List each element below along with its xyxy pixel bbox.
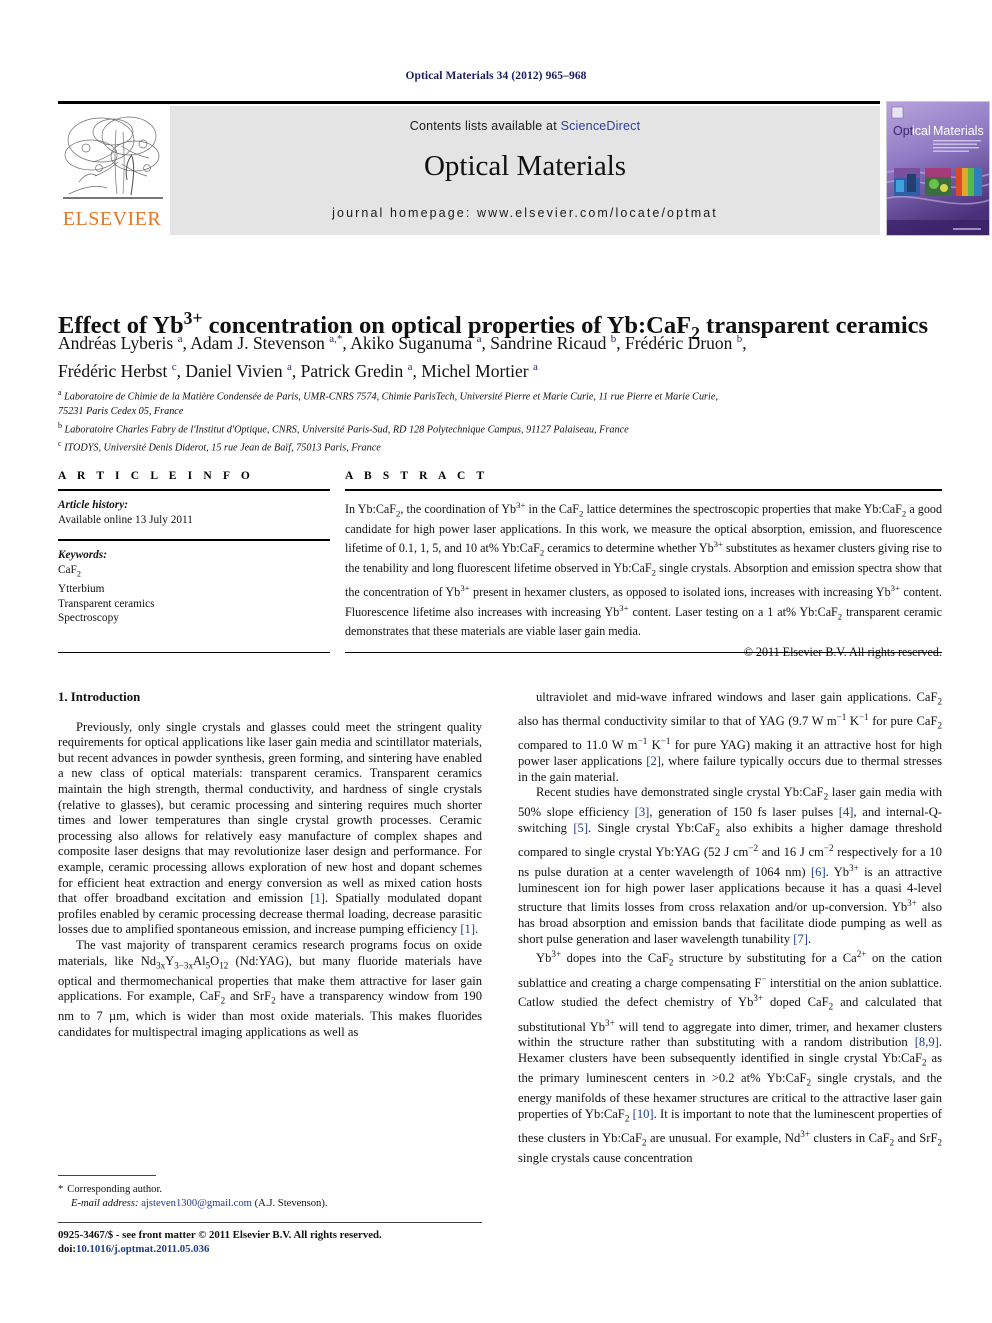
running-head: Optical Materials 34 (2012) 965–968 (405, 70, 587, 82)
corresponding-author-footnote: * Corresponding author. E-mail address: a… (58, 1183, 482, 1211)
footer-rule (58, 1222, 482, 1223)
sciencedirect-link[interactable]: ScienceDirect (561, 119, 641, 133)
doi-link[interactable]: 10.1016/j.optmat.2011.05.036 (76, 1243, 209, 1255)
issn-copyright-line: 0925-3467/$ - see front matter © 2011 El… (58, 1229, 382, 1241)
section-heading-introduction: 1. Introduction (58, 690, 141, 704)
elsevier-tree-icon (61, 110, 165, 207)
doi-label: doi: (58, 1242, 76, 1255)
abstract-column: A B S T R A C T In Yb:CaF2, the coordina… (345, 470, 942, 660)
paragraph: ultraviolet and mid-wave infrared window… (518, 690, 942, 784)
elsevier-wordmark: ELSEVIER (62, 208, 162, 230)
masthead-top-rule (58, 101, 880, 104)
article-info-rule-mid (58, 538, 330, 541)
elsevier-logo: ELSEVIER (58, 106, 166, 236)
masthead-panel: Contents lists available at ScienceDirec… (170, 106, 880, 235)
corresponding-author-line: * Corresponding author. (58, 1183, 482, 1197)
article-info-heading: A R T I C L E I N F O (58, 470, 254, 482)
right-column-paragraphs: ultraviolet and mid-wave infrared window… (518, 690, 942, 1167)
author-list: Andréas Lyberis a, Adam J. Stevenson a,*… (58, 332, 747, 381)
body-column-right: ultraviolet and mid-wave infrared window… (518, 690, 942, 1167)
body-column-left: 1. Introduction Previously, only single … (58, 690, 482, 1041)
abstract-text: In Yb:CaF2, the coordination of Yb3+ in … (345, 500, 942, 639)
abstract-rule-top (345, 489, 942, 492)
journal-title: Optical Materials (423, 150, 627, 182)
article-history-label: Article history: (58, 499, 128, 512)
keywords-label: Keywords: (58, 548, 107, 561)
article-info-column: A R T I C L E I N F O Article history: A… (58, 470, 330, 653)
svg-text:Opt: Opt (893, 124, 914, 138)
paragraph: Recent studies have demonstrated single … (518, 785, 943, 946)
corresponding-author-text: Corresponding author. (67, 1184, 163, 1195)
keywords-block: Keywords: CaF2 Ytterbium Transparent ceram… (58, 548, 330, 626)
article-history-value: Available online 13 July 2011 (58, 513, 193, 526)
paragraph: Yb3+ dopes into the CaF2 structure by su… (518, 949, 942, 1166)
article-info-rule-top (58, 489, 330, 492)
svg-text:ical: ical (912, 124, 931, 138)
abstract-rule-bottom (345, 652, 942, 653)
contents-lists-line: Contents lists available at ScienceDirec… (170, 119, 880, 133)
paragraph: Previously, only single crystals and gla… (58, 719, 482, 937)
article-info-rule-bottom (58, 652, 330, 653)
paragraph: The vast majority of transparent ceramic… (58, 937, 482, 1039)
info-abstract-band: A R T I C L E I N F O Article history: A… (58, 470, 942, 675)
email-line: E-mail address: ajsteven1300@gmail.com (… (58, 1197, 482, 1211)
keywords-list: CaF2 Ytterbium Transparent ceramics Spectro… (58, 563, 155, 625)
page-footer: 0925-3467/$ - see front matter © 2011 El… (58, 1229, 558, 1257)
asterisk-icon: * (58, 1184, 64, 1195)
article-page: Optical Materials 34 (2012) 965–968 ELSE… (0, 0, 992, 1323)
svg-text:Materials: Materials (933, 124, 984, 138)
email-label: E-mail address: (71, 1198, 139, 1209)
journal-homepage-link[interactable]: journal homepage: www.elsevier.com/locat… (170, 206, 880, 220)
abstract-heading: A B S T R A C T (345, 470, 489, 482)
affiliations: a Laboratoire de Chimie de la Matière Co… (58, 388, 718, 454)
email-link[interactable]: ajsteven1300@gmail.com (141, 1198, 252, 1209)
footnote-rule (58, 1175, 156, 1176)
doi-line: doi:10.1016/j.optmat.2011.05.036 (58, 1243, 558, 1257)
left-column-paragraphs: Previously, only single crystals and gla… (58, 720, 482, 1041)
journal-masthead: ELSEVIER Contents lists available at Sci… (58, 101, 990, 236)
contents-lists-prefix: Contents lists available at (409, 119, 557, 133)
journal-cover-thumbnail[interactable]: Opt ical Materials (886, 101, 990, 236)
article-history-block: Article history: Available online 13 Jul… (58, 498, 330, 528)
email-owner: (A.J. Stevenson). (254, 1198, 328, 1209)
